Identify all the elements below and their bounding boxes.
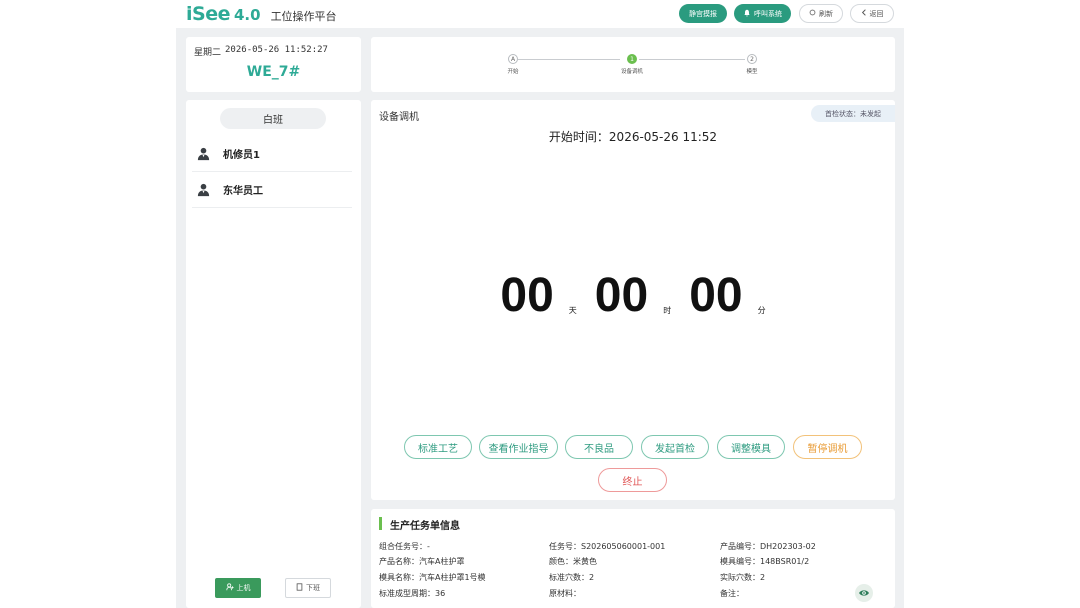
equipment-tuning-panel: 设备调机 首检状态：未发起 开始时间：2026-05-26 11:52 00 天… bbox=[371, 100, 895, 500]
step-model: 2 模型 bbox=[732, 54, 772, 75]
step-dot: 1 bbox=[627, 54, 637, 64]
start-time: 开始时间：2026-05-26 11:52 bbox=[548, 130, 718, 144]
clock-off-button[interactable]: 下班 bbox=[285, 578, 331, 598]
refresh-label: 刷新 bbox=[819, 9, 833, 18]
station-name: WE_7# bbox=[246, 64, 301, 80]
call-system-button[interactable]: 呼叫系统 bbox=[734, 4, 791, 23]
datetime-panel: 星期二 2026-05-26 11:52:27 WE_7# bbox=[186, 37, 361, 92]
app-header: iSee 4.0 工位操作平台 静宫摸报 呼叫系统 刷新 返回 bbox=[176, 0, 904, 28]
document-icon bbox=[296, 583, 303, 593]
defect-button[interactable]: 不良品 bbox=[565, 435, 633, 459]
chevron-left-icon bbox=[861, 9, 867, 18]
task-field: 产品编号：DH202303-02 bbox=[720, 542, 816, 551]
timer-minutes-unit: 分 bbox=[757, 306, 766, 315]
task-field: 备注： bbox=[720, 589, 744, 598]
worker-name: 东华员工 bbox=[223, 186, 263, 197]
worker-avatar-icon bbox=[196, 182, 211, 197]
panel-title: 设备调机 bbox=[379, 112, 419, 123]
task-field: 任务号：S202605060001-001 bbox=[549, 542, 666, 551]
task-field: 模具编号：148BSR01/2 bbox=[720, 557, 810, 566]
clock-on-label: 上机 bbox=[236, 584, 251, 592]
step-dot: A bbox=[508, 54, 518, 64]
worker-name: 机修员1 bbox=[223, 150, 260, 161]
current-datetime: 星期二 2026-05-26 11:52:27 bbox=[194, 45, 328, 58]
logo: iSee 4.0 工位操作平台 bbox=[186, 3, 337, 25]
step-dot: 2 bbox=[747, 54, 757, 64]
back-button[interactable]: 返回 bbox=[850, 4, 894, 23]
shift-label: 白班 bbox=[220, 108, 326, 129]
clock-on-button[interactable]: 上机 bbox=[215, 578, 261, 598]
eye-icon[interactable] bbox=[855, 584, 873, 602]
production-task-panel: 生产任务单信息 组合任务号：- 任务号：S202605060001-001 产品… bbox=[371, 509, 895, 608]
step-connector bbox=[639, 59, 745, 60]
task-field: 颜色：米黄色 bbox=[549, 557, 597, 566]
adjust-mold-button[interactable]: 调整模具 bbox=[717, 435, 785, 459]
task-field: 实际穴数：2 bbox=[720, 573, 766, 582]
timer-minutes: 00 bbox=[689, 269, 743, 322]
timer-days: 00 bbox=[500, 269, 554, 322]
pause-tuning-button[interactable]: 暂停调机 bbox=[793, 435, 862, 459]
platform-title: 工位操作平台 bbox=[270, 10, 337, 23]
view-work-guide-button[interactable]: 查看作业指导 bbox=[479, 435, 558, 459]
task-field: 标准穴数：2 bbox=[549, 573, 595, 582]
section-title: 生产任务单信息 bbox=[390, 521, 460, 532]
task-field: 组合任务号：- bbox=[379, 542, 430, 551]
clock-off-label: 下班 bbox=[306, 584, 320, 592]
step-equipment-tuning: 1 设备调机 bbox=[612, 54, 652, 75]
worker-item[interactable]: 东华员工 bbox=[192, 172, 352, 208]
call-system-label: 呼叫系统 bbox=[754, 9, 782, 18]
worker-item[interactable]: 机修员1 bbox=[192, 136, 352, 172]
weekday: 星期二 bbox=[194, 48, 222, 58]
terminate-button[interactable]: 终止 bbox=[598, 468, 667, 492]
task-field: 产品名称：汽车A柱护罩 bbox=[379, 557, 465, 566]
user-add-icon bbox=[225, 583, 234, 593]
bell-icon bbox=[743, 9, 751, 19]
datetime-value: 2026-05-26 11:52:27 bbox=[225, 45, 328, 55]
refresh-button[interactable]: 刷新 bbox=[799, 4, 843, 23]
logo-brand: iSee bbox=[186, 3, 230, 25]
worker-avatar-icon bbox=[196, 146, 211, 161]
andon-button-label: 静宫摸报 bbox=[689, 9, 717, 18]
task-field: 模具名称：汽车A柱护罩1号模 bbox=[379, 573, 486, 582]
logo-version: 4.0 bbox=[233, 6, 261, 24]
start-first-inspection-button[interactable]: 发起首检 bbox=[641, 435, 709, 459]
timer-hours: 00 bbox=[594, 269, 649, 322]
andon-button[interactable]: 静宫摸报 bbox=[679, 4, 727, 23]
first-inspection-status-badge: 首检状态：未发起 bbox=[811, 105, 895, 122]
step-label: 开始 bbox=[507, 69, 519, 75]
refresh-icon bbox=[809, 9, 816, 18]
step-label: 模型 bbox=[746, 69, 758, 75]
shift-panel: 白班 机修员1 东华员工 上机 下班 bbox=[186, 100, 361, 608]
timer-days-unit: 天 bbox=[568, 306, 577, 315]
task-field: 原材料： bbox=[549, 589, 581, 598]
task-field: 标准成型周期：36 bbox=[379, 589, 446, 598]
elapsed-timer: 00 天 00 时 00 分 bbox=[371, 260, 895, 320]
step-connector bbox=[518, 59, 620, 60]
standard-process-button[interactable]: 标准工艺 bbox=[404, 435, 472, 459]
step-label: 设备调机 bbox=[620, 69, 643, 75]
timer-hours-unit: 时 bbox=[663, 306, 672, 315]
section-accent-bar bbox=[379, 517, 382, 530]
back-label: 返回 bbox=[869, 9, 884, 18]
step-start: A 开始 bbox=[493, 54, 533, 75]
progress-stepper: A 开始 1 设备调机 2 模型 bbox=[371, 37, 895, 92]
